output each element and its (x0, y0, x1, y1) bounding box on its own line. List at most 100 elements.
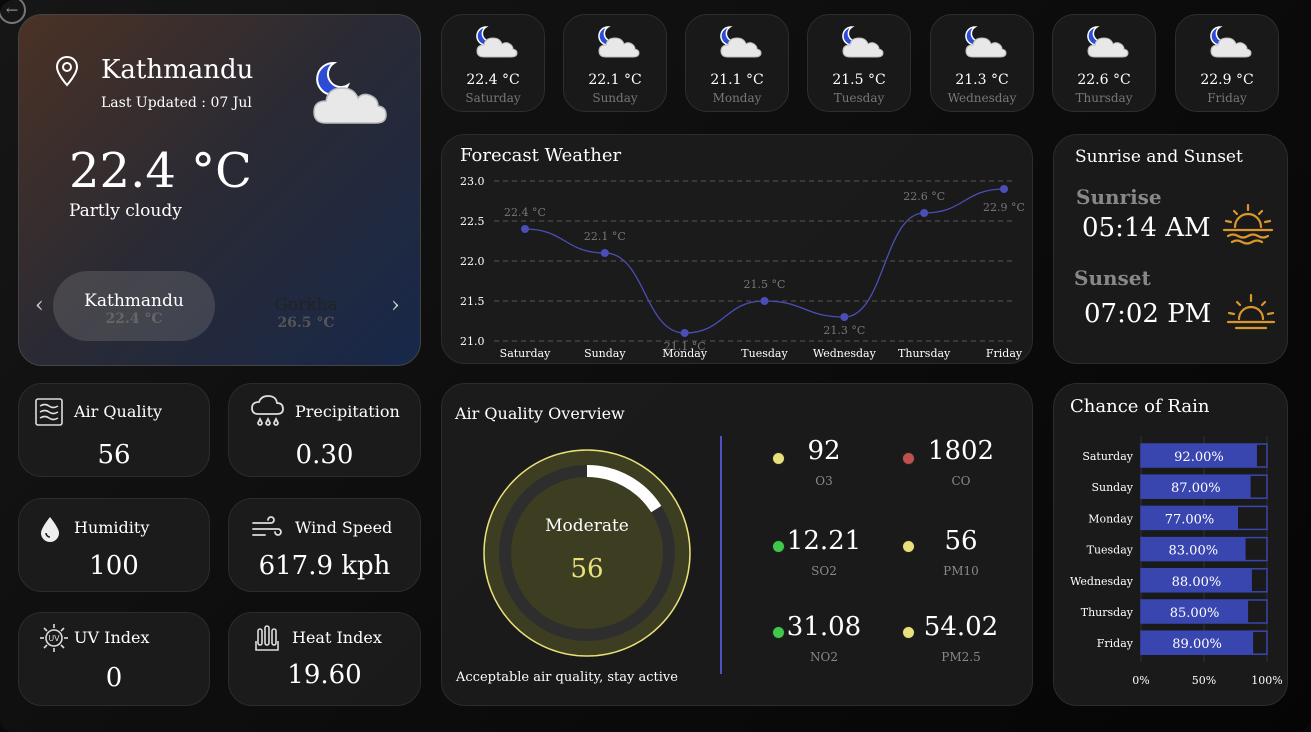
humidity-card: Humidity 100 (18, 498, 210, 592)
y-tick-label: 21.5 (460, 295, 485, 308)
city-option-name: Gorkha (274, 295, 338, 315)
day-card-saturday[interactable]: 22.4 °C Saturday (441, 14, 545, 112)
dashboard: ← Kathmandu Last Updated : 07 Jul 22.4 °… (0, 0, 1311, 732)
day-card-tuesday[interactable]: 21.5 °C Tuesday (807, 14, 911, 112)
day-name: Thursday (1075, 91, 1133, 105)
day-temp: 22.1 °C (588, 72, 642, 88)
data-label: 89.00% (1172, 637, 1222, 652)
status-dot (902, 626, 915, 639)
data-point (1000, 185, 1008, 193)
x-tick-label: Thursday (898, 347, 951, 360)
precipitation-card: Precipitation 0.30 (228, 383, 421, 477)
data-label: 77.00% (1165, 512, 1215, 527)
y-tick-label: 22.0 (460, 255, 485, 268)
day-temp: 22.4 °C (466, 72, 520, 88)
day-name: Sunday (592, 91, 638, 105)
data-point (521, 225, 529, 233)
location-pin-icon (55, 55, 79, 87)
day-temp: 21.5 °C (832, 72, 886, 88)
pollutant-value: 54.02 (923, 612, 999, 642)
droplet-icon (41, 517, 59, 542)
chevron-left-icon[interactable]: ‹ (35, 293, 44, 318)
city-option-gorkha[interactable]: Gorkha 26.5 °C (249, 295, 363, 331)
day-card-thursday[interactable]: 22.6 °C Thursday (1052, 14, 1156, 112)
day-temp: 22.9 °C (1200, 72, 1254, 88)
data-point (680, 329, 689, 337)
city-option-temp: 22.4 °C (105, 311, 163, 327)
data-label: 22.6 °C (903, 190, 945, 203)
sunset-icon (1226, 293, 1276, 330)
wind-speed-value: 617.9 kph (258, 551, 391, 581)
x-tick-label: Saturday (500, 347, 551, 360)
sunrise-label: Sunrise (1076, 185, 1162, 209)
precipitation-label: Precipitation (295, 402, 400, 421)
city-option-kathmandu[interactable]: Kathmandu 22.4 °C (53, 271, 215, 341)
air-quality-card: Air Quality 56 (18, 383, 210, 477)
day-name: Monday (712, 91, 762, 105)
wind-speed-label: Wind Speed (295, 518, 393, 537)
category-label: Thursday (1081, 606, 1134, 619)
day-name: Saturday (465, 91, 521, 105)
air-quality-label: Air Quality (74, 402, 163, 421)
category-label: Sunday (1091, 481, 1133, 494)
moon-cloud-icon (965, 26, 1007, 58)
day-card-sunday[interactable]: 22.1 °C Sunday (563, 14, 667, 112)
city-option-temp: 26.5 °C (277, 315, 335, 331)
pollutant-key: SO2 (811, 564, 837, 578)
pollutant-value: 56 (944, 526, 978, 556)
moon-cloud-icon (476, 26, 518, 58)
data-label: 21.5 °C (744, 278, 786, 291)
data-label: 22.4 °C (504, 206, 546, 219)
data-label: 22.1 °C (584, 230, 626, 243)
wind-icon (252, 516, 282, 536)
city-option-name: Kathmandu (84, 291, 184, 311)
sunset-time: 07:02 PM (1084, 299, 1212, 329)
moon-cloud-icon (720, 26, 762, 58)
day-card-wednesday[interactable]: 21.3 °C Wednesday (930, 14, 1034, 112)
y-tick-label: 22.5 (460, 215, 485, 228)
aqi-status: Moderate (545, 516, 629, 536)
day-name: Wednesday (947, 91, 1017, 105)
current-condition: Partly cloudy (69, 201, 182, 221)
pollutant-value: 92 (807, 436, 841, 466)
forecast-card: Forecast Weather 21.0 21.5 22.0 22.5 23.0 22.… (441, 134, 1033, 364)
x-tick-label: Tuesday (741, 347, 788, 360)
heat-index-card: Heat Index 19.60 (228, 612, 421, 706)
city-name: Kathmandu (101, 55, 254, 85)
x-tick-label: Wednesday (813, 347, 877, 360)
sun-title: Sunrise and Sunset (1075, 147, 1243, 167)
data-label: 22.9 °C (983, 201, 1025, 214)
heat-index-value: 19.60 (287, 660, 362, 690)
data-label: 83.00% (1169, 544, 1219, 559)
data-label: 88.00% (1172, 575, 1222, 590)
data-label: 21.3 °C (823, 324, 865, 337)
day-card-friday[interactable]: 22.9 °C Friday (1175, 14, 1279, 112)
y-tick-label: 21.0 (460, 335, 485, 348)
chevron-right-icon[interactable]: › (391, 293, 400, 318)
pollutant-value: 31.08 (786, 612, 862, 642)
uv-index-value: 0 (105, 663, 123, 693)
back-arrow-icon[interactable]: ← (0, 0, 26, 24)
current-weather-card: Kathmandu Last Updated : 07 Jul 22.4 °C … (18, 14, 421, 366)
pollutant-key: PM2.5 (941, 650, 981, 664)
moon-cloud-icon (1210, 26, 1252, 58)
forecast-chart: 21.0 21.5 22.0 22.5 23.0 22.4 °C Saturday 22.1 … (460, 175, 1025, 360)
air-icon (35, 398, 63, 426)
x-tick-label: Sunday (584, 347, 626, 360)
wind-speed-card: Wind Speed 617.9 kph (228, 498, 421, 592)
air-quality-value: 56 (97, 440, 131, 470)
uv-index-label: UV Index (74, 628, 150, 647)
data-label: 87.00% (1171, 481, 1221, 496)
day-temp: 22.6 °C (1077, 72, 1131, 88)
uv-index-card: UV UV Index 0 (18, 612, 210, 706)
status-dot (902, 452, 915, 465)
heat-icon (255, 625, 279, 651)
day-card-monday[interactable]: 21.1 °C Monday (685, 14, 789, 112)
category-label: Tuesday (1087, 544, 1134, 557)
pollutant-key: CO (951, 474, 971, 488)
category-label: Wednesday (1070, 575, 1134, 588)
sunrise-time: 05:14 AM (1082, 213, 1211, 243)
svg-text:UV: UV (48, 634, 60, 643)
aqi-divider (720, 436, 722, 674)
day-name: Friday (1207, 91, 1247, 105)
